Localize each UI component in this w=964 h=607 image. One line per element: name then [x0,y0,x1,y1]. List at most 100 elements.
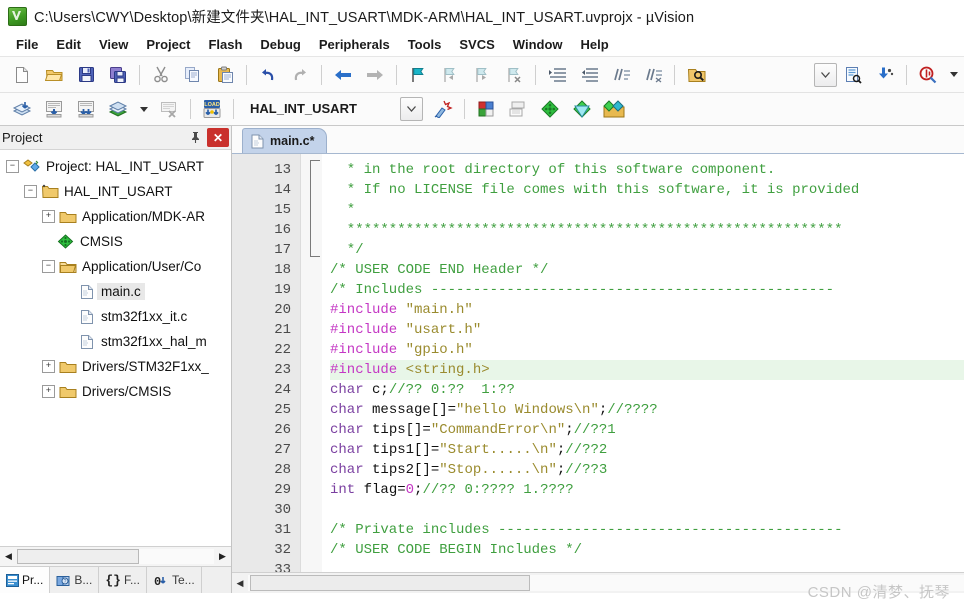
indent-right-icon[interactable] [543,61,571,89]
navigate-forward-icon[interactable] [361,61,389,89]
find-in-files-icon[interactable] [682,61,710,89]
debug-find-dropdown-icon[interactable] [946,61,962,89]
navigate-back-icon[interactable] [329,61,357,89]
new-file-icon[interactable] [8,61,36,89]
menu-project[interactable]: Project [137,35,199,54]
batch-build-icon[interactable] [104,95,132,123]
menu-peripherals[interactable]: Peripherals [310,35,399,54]
bookmark-clear-icon[interactable] [500,61,528,89]
tab-templates[interactable]: 0 Te... [147,567,202,593]
code-line[interactable]: #include "gpio.h" [330,340,964,360]
bookmark-next-icon[interactable] [468,61,496,89]
undo-icon[interactable] [254,61,282,89]
menu-window[interactable]: Window [504,35,572,54]
code-line[interactable]: char tips2[]="Stop......\n";//??3 [330,460,964,480]
combo-dropdown-icon[interactable] [814,62,837,87]
code-line[interactable]: char tips[]="CommandError\n";//??1 [330,420,964,440]
editor-tab-main-c[interactable]: main.c* [242,128,328,153]
menu-edit[interactable]: Edit [47,35,90,54]
code-line[interactable]: /* Private includes --------------------… [330,520,964,540]
tab-functions[interactable]: {} F... [99,567,147,593]
download-icon[interactable]: LOAD [198,95,226,123]
code-line[interactable] [330,560,964,572]
stop-build-icon[interactable] [155,95,183,123]
bookmark-prev-icon[interactable] [436,61,464,89]
comment-icon[interactable] [607,61,635,89]
copy-icon[interactable] [179,61,207,89]
multi-project-icon[interactable] [504,95,532,123]
tree-node-application-mdk[interactable]: + Application/MDK-AR [0,204,231,229]
menu-help[interactable]: Help [572,35,618,54]
tree-node-drivers-stm32f1xx[interactable]: + Drivers/STM32F1xx_ [0,354,231,379]
close-icon[interactable]: ✕ [207,128,229,147]
indent-left-icon[interactable] [575,61,603,89]
code-line[interactable]: #include "usart.h" [330,320,964,340]
build-icon[interactable] [40,95,68,123]
code-line[interactable]: int flag=0;//?? 0:???? 1.???? [330,480,964,500]
save-all-icon[interactable] [104,61,132,89]
code-line[interactable]: */ [330,240,964,260]
browse-file-icon[interactable] [839,61,867,89]
tree-node-target[interactable]: − HAL_INT_USART [0,179,231,204]
source-code[interactable]: * in the root directory of this software… [322,154,964,572]
project-tree[interactable]: − Project: HAL_INT_USART − HAL_INT_USART… [0,150,231,546]
tree-node-cmsis[interactable]: CMSIS [0,229,231,254]
tree-node-project[interactable]: − Project: HAL_INT_USART [0,154,231,179]
rebuild-icon[interactable] [72,95,100,123]
fold-bracket-icon[interactable] [310,160,320,257]
pin-icon[interactable] [186,129,204,147]
scroll-right-icon[interactable]: ▶ [214,548,231,565]
menu-debug[interactable]: Debug [251,35,309,54]
debug-find-icon[interactable] [914,61,942,89]
project-horizontal-scrollbar[interactable]: ◀ ▶ [0,546,231,566]
menu-flash[interactable]: Flash [199,35,251,54]
scroll-track[interactable] [248,575,964,591]
bookmark-toggle-icon[interactable] [404,61,432,89]
tree-node-application-user[interactable]: − Application/User/Co [0,254,231,279]
code-line[interactable]: /* USER CODE END Header */ [330,260,964,280]
redo-icon[interactable] [286,61,314,89]
code-line[interactable]: /* Includes ----------------------------… [330,280,964,300]
open-file-icon[interactable] [40,61,68,89]
expander-plus-icon[interactable]: + [42,360,55,373]
tree-node-stm32f1xx-it-c[interactable]: stm32f1xx_it.c [0,304,231,329]
paste-icon[interactable] [211,61,239,89]
menu-file[interactable]: File [7,35,47,54]
translate-icon[interactable] [8,95,36,123]
tree-node-drivers-cmsis[interactable]: + Drivers/CMSIS [0,379,231,404]
fold-margin[interactable] [300,154,322,572]
target-options-icon[interactable] [429,95,457,123]
uncomment-icon[interactable] [639,61,667,89]
scroll-thumb[interactable] [250,575,530,591]
code-line[interactable]: /* USER CODE BEGIN Includes */ [330,540,964,560]
code-view[interactable]: 13 14 15 16 17 18 19 20 21 22 23 24 25 26 27 28 29 30 31 32… [232,154,964,572]
code-line[interactable]: ****************************************… [330,220,964,240]
batch-build-dropdown-icon[interactable] [136,95,151,123]
tab-project[interactable]: Pr... [0,567,51,593]
code-line[interactable]: char tips1[]="Start.....\n";//??2 [330,440,964,460]
code-line[interactable]: #include <string.h> [330,360,964,380]
expander-minus-icon[interactable]: − [6,160,19,173]
scroll-left-icon[interactable]: ◀ [232,574,248,592]
scroll-track[interactable] [17,549,214,564]
expander-minus-icon[interactable]: − [42,260,55,273]
save-icon[interactable] [72,61,100,89]
software-packs-icon[interactable] [600,95,628,123]
tree-node-main-c[interactable]: main.c [0,279,231,304]
scroll-thumb[interactable] [17,549,140,564]
menu-view[interactable]: View [90,35,137,54]
cut-icon[interactable] [147,61,175,89]
tree-node-stm32f1xx-hal-msp-c[interactable]: stm32f1xx_hal_m [0,329,231,354]
expander-minus-icon[interactable]: − [24,185,37,198]
editor-horizontal-scrollbar[interactable]: ◀ [232,572,964,593]
code-line[interactable]: #include "main.h" [330,300,964,320]
code-line[interactable]: * If no LICENSE file comes with this sof… [330,180,964,200]
menu-tools[interactable]: Tools [399,35,451,54]
code-line[interactable]: char message[]="hello Windows\n";//???? [330,400,964,420]
code-line[interactable]: char c;//?? 0:?? 1:?? [330,380,964,400]
code-line[interactable]: * in the root directory of this software… [330,160,964,180]
code-line[interactable]: * [330,200,964,220]
tab-books[interactable]: ? B... [50,567,100,593]
pack-installer-icon[interactable] [536,95,564,123]
target-selector[interactable]: HAL_INT_USART [245,97,423,121]
